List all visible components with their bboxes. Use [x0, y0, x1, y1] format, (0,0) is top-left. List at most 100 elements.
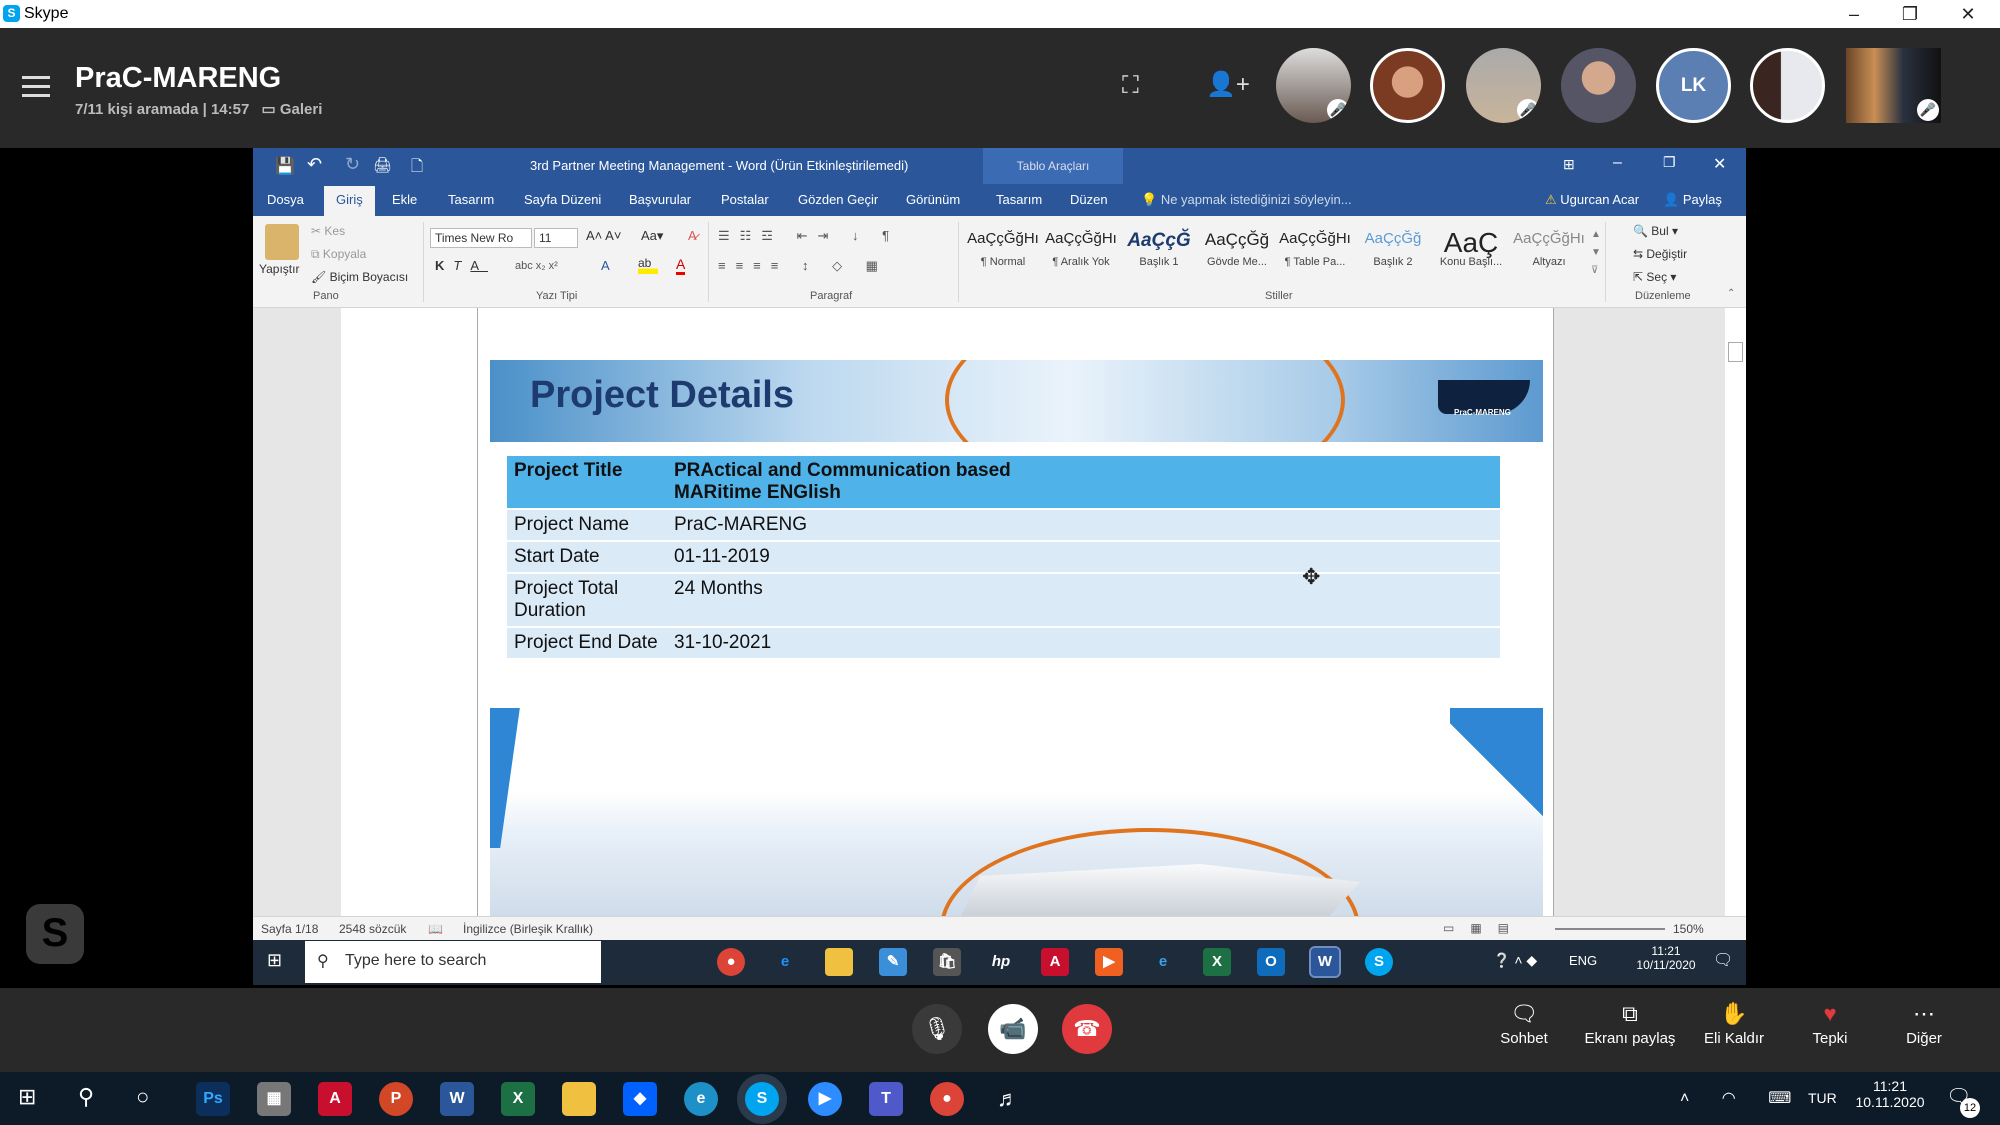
close-button[interactable]: ✕ — [1940, 0, 1996, 28]
participant-avatar[interactable]: 🎤 — [1466, 48, 1541, 123]
word-icon[interactable]: W — [440, 1082, 474, 1116]
style-body[interactable]: AaÇçĞğ Gövde Me... — [1201, 230, 1273, 268]
acrobat-icon[interactable]: A — [1041, 948, 1069, 976]
style-heading-1[interactable]: AaÇçĞ Başlık 1 — [1123, 230, 1195, 268]
font-format-buttons[interactable]: KTA — [435, 258, 488, 273]
cut-button[interactable]: ✂ Kes — [311, 224, 345, 238]
view-buttons[interactable]: ▭▦▤ — [1443, 921, 1525, 935]
zoom-icon[interactable]: ▶ — [808, 1082, 842, 1116]
app-icon[interactable]: ✎ — [879, 948, 907, 976]
participant-avatar[interactable]: 🎤 — [1276, 48, 1351, 123]
minimize-button[interactable]: – — [1826, 0, 1882, 28]
edge-icon[interactable]: e — [684, 1082, 718, 1116]
raise-hand-action[interactable]: ✋ Eli Kaldır — [1684, 998, 1784, 1047]
text-effects-icon[interactable]: A — [601, 258, 610, 273]
user-account[interactable]: ⚠ Ugurcan Acar — [1545, 192, 1639, 208]
participant-avatar[interactable] — [1561, 48, 1636, 123]
camera-button[interactable]: 📹 — [988, 1004, 1038, 1054]
chrome-icon[interactable]: ● — [717, 948, 745, 976]
menu-icon[interactable] — [22, 76, 50, 79]
participant-video[interactable]: 🎤 — [1846, 48, 1941, 123]
react-action[interactable]: ♥ Tepki — [1780, 998, 1880, 1047]
file-explorer-icon[interactable] — [825, 948, 853, 976]
view-mode[interactable]: Galeri — [280, 101, 323, 118]
tab-giris[interactable]: Giriş — [324, 186, 375, 216]
select-button[interactable]: ⇱ Seç ▾ — [1633, 270, 1676, 284]
tab-dosya[interactable]: Dosya — [267, 192, 304, 207]
word-count[interactable]: 2548 sözcük — [339, 922, 406, 936]
style-table-paragraph[interactable]: AaÇçĞğHı ¶ Table Pa... — [1279, 230, 1351, 268]
dropbox-icon[interactable]: ◆ — [623, 1082, 657, 1116]
style-subtitle[interactable]: AaÇçĞğHı Altyazı — [1513, 230, 1585, 268]
highlight-icon[interactable]: ab — [638, 256, 658, 274]
share-screen-action[interactable]: ⧉ Ekranı paylaş — [1580, 998, 1680, 1047]
app-icon[interactable]: ♬ — [991, 1082, 1025, 1116]
word-minimize-button[interactable]: – — [1613, 154, 1622, 172]
excel-icon[interactable]: X — [501, 1082, 535, 1116]
grow-font-icon[interactable]: A˄ A˅ — [586, 228, 621, 243]
skype-icon[interactable]: S — [1365, 948, 1393, 976]
excel-icon[interactable]: X — [1203, 948, 1231, 976]
clear-format-icon[interactable]: A̷ — [688, 228, 697, 243]
cortana-icon[interactable]: ○ — [136, 1084, 149, 1110]
layout-icon[interactable]: ⛶ — [1122, 72, 1139, 100]
tab-postalar[interactable]: Postalar — [721, 192, 769, 207]
word-icon[interactable]: W — [1309, 946, 1341, 978]
paste-icon[interactable] — [265, 224, 299, 260]
more-action[interactable]: ⋯ Diğer — [1874, 998, 1974, 1047]
language[interactable]: İngilizce (Birleşik Krallık) — [463, 922, 593, 936]
zoom-level[interactable]: 150% — [1673, 922, 1704, 936]
alignment-buttons[interactable]: ≡≡≡≡ ↕ ◇ ▦ — [718, 258, 888, 274]
tab-sayfa-duzeni[interactable]: Sayfa Düzeni — [524, 192, 601, 207]
page-count[interactable]: Sayfa 1/18 — [261, 922, 318, 936]
participant-avatar[interactable] — [1750, 48, 1825, 123]
find-button[interactable]: 🔍 Bul ▾ — [1633, 224, 1678, 238]
windows-start-icon[interactable]: ⊞ — [267, 950, 282, 971]
photoshop-icon[interactable]: Ps — [196, 1082, 230, 1116]
paste-label[interactable]: Yapıştır — [259, 262, 299, 276]
tell-me-box[interactable]: 💡 Ne yapmak istediğinizi söyleyin... — [1141, 192, 1352, 208]
scrollbar-thumb[interactable] — [1728, 342, 1743, 362]
style-normal[interactable]: AaÇçĞğHı ¶ Normal — [967, 230, 1039, 268]
store-icon[interactable]: 🛍 — [933, 948, 961, 976]
windows-start-icon[interactable]: ⊞ — [18, 1084, 36, 1110]
word-close-button[interactable]: ✕ — [1713, 154, 1726, 174]
participant-avatar-initials[interactable]: LK — [1656, 48, 1731, 123]
list-buttons[interactable]: ☰☷☲ ⇤⇥ ↓ ¶ — [718, 228, 899, 244]
outlook-icon[interactable]: O — [1257, 948, 1285, 976]
style-no-spacing[interactable]: AaÇçĞğHı ¶ Aralık Yok — [1045, 230, 1117, 268]
media-player-icon[interactable]: ▶ — [1095, 948, 1123, 976]
vertical-scrollbar[interactable] — [1725, 308, 1746, 916]
proofing-icon[interactable]: 📖 — [428, 922, 443, 936]
edge-icon[interactable]: e — [771, 948, 799, 976]
project-details-table[interactable]: Project Title PRActical and Communicatio… — [507, 456, 1500, 660]
redo-icon[interactable]: ↻ — [345, 154, 360, 175]
replace-button[interactable]: ⇆ Değiştir — [1633, 247, 1687, 261]
search-icon[interactable]: ⚲ — [78, 1084, 94, 1110]
restore-button[interactable]: ❐ — [1882, 0, 1938, 28]
copy-button[interactable]: ⧉ Kopyala — [311, 247, 366, 262]
tab-table-tasarim[interactable]: Tasarım — [996, 192, 1042, 207]
file-explorer-icon[interactable] — [562, 1082, 596, 1116]
end-call-button[interactable]: ☎ — [1062, 1004, 1112, 1054]
clock[interactable]: 11:21 10.11.2020 — [1850, 1078, 1930, 1110]
format-painter-button[interactable]: 🖌 Biçim Boyacısı — [311, 270, 408, 284]
document-page[interactable]: Project Details PraC-MARENG Project Titl… — [477, 308, 1554, 916]
tab-gorunum[interactable]: Görünüm — [906, 192, 960, 207]
ie-icon[interactable]: e — [1149, 948, 1177, 976]
quick-print-icon[interactable]: 🖨 — [373, 156, 392, 174]
tab-ekle[interactable]: Ekle — [392, 192, 417, 207]
chrome-icon[interactable]: ● — [930, 1082, 964, 1116]
input-language[interactable]: TUR — [1808, 1090, 1837, 1106]
notification-icon[interactable]: 🗨 — [1713, 950, 1733, 970]
tray-icons[interactable]: ❔ ˄ ◆ — [1493, 952, 1537, 969]
zoom-slider[interactable] — [1555, 928, 1665, 930]
clock[interactable]: 11:21 10/11/2020 — [1631, 944, 1701, 972]
input-language[interactable]: ENG — [1569, 953, 1597, 968]
powerpoint-icon[interactable]: P — [379, 1082, 413, 1116]
word-restore-button[interactable]: ❐ — [1663, 154, 1676, 171]
acrobat-icon[interactable]: A — [318, 1082, 352, 1116]
save-icon[interactable]: 💾 — [275, 156, 295, 176]
style-heading-2[interactable]: AaÇçĞğ Başlık 2 — [1357, 230, 1429, 268]
calculator-icon[interactable]: ▦ — [257, 1082, 291, 1116]
